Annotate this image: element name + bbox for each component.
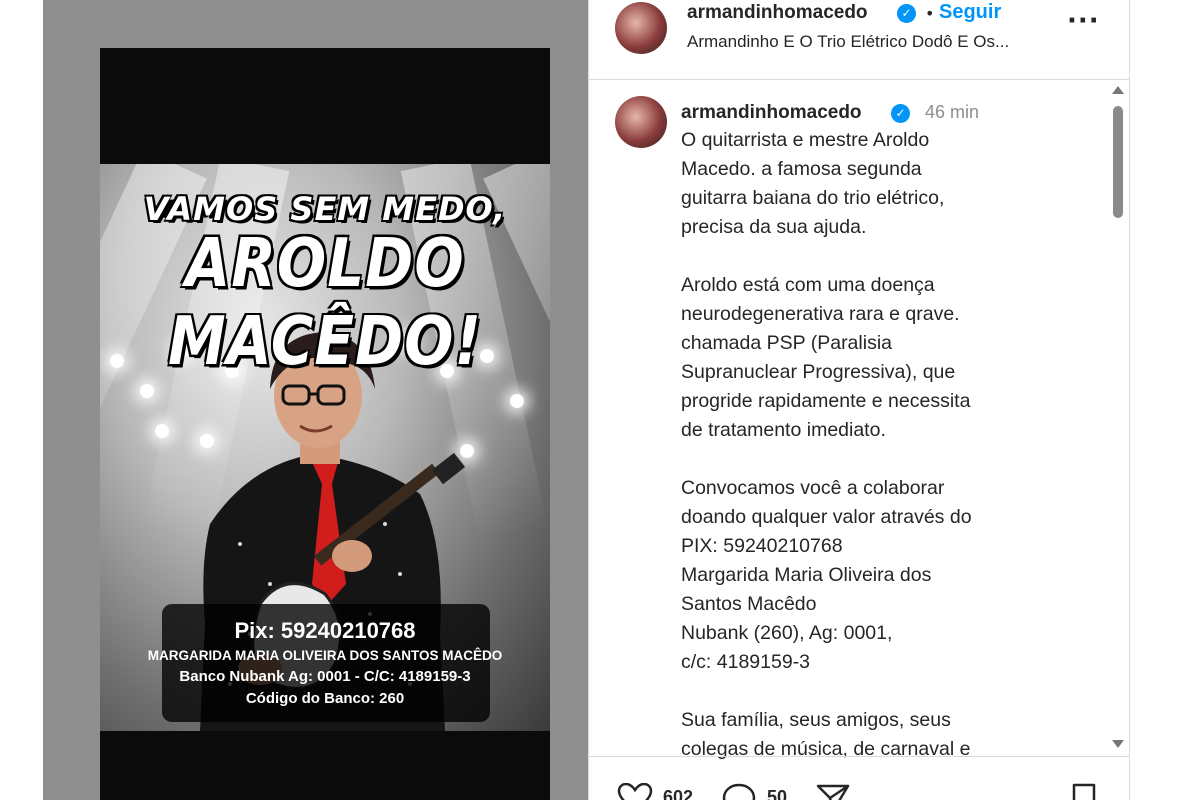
comments-area: armandinhomacedo ✓ 46 min O quitarrista … xyxy=(589,80,1109,760)
bookmark-icon[interactable] xyxy=(1069,783,1099,800)
post-panel: armandinhomacedo ✓ • Seguir Armandinho E… xyxy=(588,0,1130,800)
media-panel: VAMOS SEM MEDO, AROLDO MACÊDO! Pix: 5924… xyxy=(43,0,588,800)
avatar[interactable] xyxy=(615,2,667,54)
scroll-up-arrow-icon[interactable] xyxy=(1112,86,1124,94)
header-username[interactable]: armandinhomacedo xyxy=(687,2,868,24)
caption-username[interactable]: armandinhomacedo xyxy=(681,102,862,124)
post-actions-bar: 602 50 xyxy=(589,756,1130,800)
pix-key-text: Pix: 59240210768 xyxy=(234,618,416,643)
like-count[interactable]: 602 xyxy=(663,787,693,800)
heart-icon[interactable] xyxy=(617,783,653,800)
scroll-thumb[interactable] xyxy=(1113,106,1123,218)
caption-scrollbar[interactable] xyxy=(1107,84,1129,754)
comment-icon[interactable] xyxy=(721,783,757,800)
post-timestamp: 46 min xyxy=(925,102,980,122)
poster-headline-line1: VAMOS SEM MEDO, xyxy=(143,190,507,228)
scroll-down-arrow-icon[interactable] xyxy=(1112,740,1124,748)
caption-avatar[interactable] xyxy=(615,96,667,148)
poster-headline-line2: AROLDO MACÊDO! xyxy=(168,223,482,381)
audio-subtitle-link[interactable]: Armandinho E O Trio Elétrico Dodô E Os..… xyxy=(687,32,1009,52)
verified-badge-icon: ✓ xyxy=(897,4,916,23)
account-holder-text: MARGARIDA MARIA OLIVEIRA DOS SANTOS MACÊ… xyxy=(147,648,503,663)
share-icon[interactable] xyxy=(815,783,851,800)
bank-code-text: Código do Banco: 260 xyxy=(245,690,405,707)
separator-dot: • xyxy=(925,4,935,23)
post-caption: O quitarrista e mestre Aroldo Macedo. a … xyxy=(681,129,972,760)
post-header: armandinhomacedo ✓ • Seguir Armandinho E… xyxy=(589,0,1130,80)
caption-verified-badge-icon: ✓ xyxy=(891,104,910,123)
more-options-icon[interactable]: ··· xyxy=(1067,8,1101,34)
comment-count[interactable]: 50 xyxy=(767,787,787,800)
follow-button[interactable]: Seguir xyxy=(939,1,1001,24)
bank-account-text: Banco Nubank Ag: 0001 - C/C: 4189159-3 xyxy=(179,668,471,685)
story-image[interactable]: VAMOS SEM MEDO, AROLDO MACÊDO! Pix: 5924… xyxy=(100,48,550,800)
